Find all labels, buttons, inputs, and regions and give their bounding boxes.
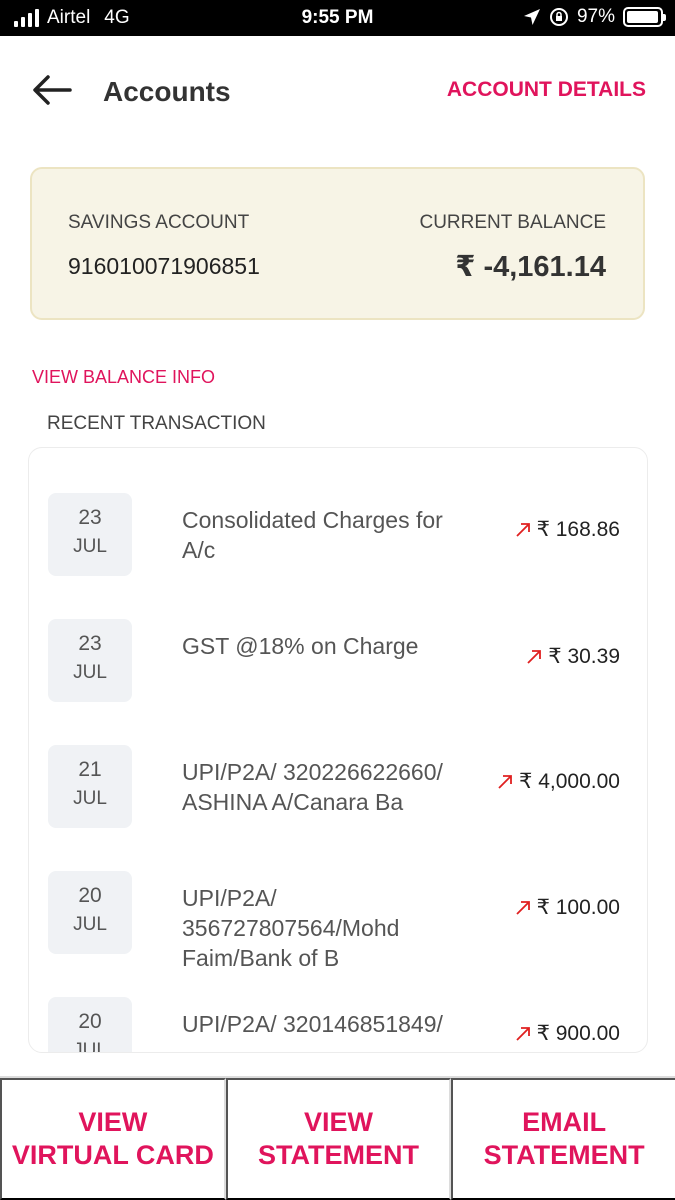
battery-icon — [623, 7, 666, 27]
arrow-up-right-icon — [515, 900, 530, 915]
transaction-description: UPI/P2A/ 356727807564/Mohd Faim/Bank of … — [182, 885, 400, 971]
transaction-description: UPI/P2A/ 320226622660/ ASHINA A/Canara B… — [182, 759, 443, 815]
arrow-up-right-icon — [515, 1026, 530, 1041]
date-month: JUL — [73, 788, 107, 809]
account-details-link[interactable]: ACCOUNT DETAILS — [447, 78, 646, 102]
date-month: JUL — [73, 1040, 107, 1053]
button-label-line: STATEMENT — [483, 1140, 645, 1170]
arrow-up-right-icon — [498, 774, 512, 789]
status-right: 97% — [523, 6, 666, 28]
transaction-description: UPI/P2A/ 320146851849/ — [182, 1011, 443, 1037]
date-day: 20 — [78, 1010, 102, 1033]
amount-value: ₹ 30.39 — [548, 645, 620, 668]
location-icon — [523, 9, 540, 25]
amount-value: ₹ 900.00 — [536, 1022, 620, 1045]
page-title: Accounts — [103, 76, 231, 107]
bottom-action-bar: VIEW VIRTUAL CARD VIEW STATEMENT EMAIL S… — [0, 1076, 675, 1200]
amount-value: ₹ 4,000.00 — [519, 770, 620, 793]
app-header: Accounts ACCOUNT DETAILS — [0, 36, 675, 146]
recent-transaction-title: RECENT TRANSACTION — [47, 413, 266, 434]
button-label-line: VIEW — [303, 1107, 373, 1137]
amount-value: ₹ 100.00 — [536, 896, 620, 919]
account-number: 916010071906851 — [68, 253, 260, 279]
date-badge: 20 JUL — [48, 997, 132, 1053]
transaction-row[interactable]: 20 JUL UPI/P2A/ 356727807564/Mohd Faim/B… — [29, 871, 647, 991]
view-statement-button[interactable]: VIEW STATEMENT — [225, 1078, 452, 1200]
date-month: JUL — [73, 662, 107, 683]
date-badge: 20 JUL — [48, 871, 132, 954]
arrow-up-right-icon — [527, 649, 542, 664]
email-statement-button[interactable]: EMAIL STATEMENT — [451, 1078, 675, 1200]
balance-label: CURRENT BALANCE — [419, 212, 606, 233]
button-label-line: VIEW — [78, 1107, 148, 1137]
view-virtual-card-button[interactable]: VIEW VIRTUAL CARD — [0, 1078, 226, 1200]
date-month: JUL — [73, 914, 107, 935]
account-type-label: SAVINGS ACCOUNT — [68, 212, 250, 233]
transaction-row[interactable]: 23 JUL GST @18% on Charge ₹ 30.39 — [29, 619, 647, 739]
date-badge: 23 JUL — [48, 493, 132, 576]
date-day: 23 — [78, 506, 102, 529]
battery-percent: 97% — [576, 6, 615, 27]
rotation-lock-icon — [549, 8, 568, 26]
transaction-list[interactable]: 23 JUL Consolidated Charges for A/c ₹ 16… — [28, 447, 648, 1053]
date-badge: 23 JUL — [48, 619, 132, 702]
arrow-left-icon[interactable] — [30, 72, 74, 108]
button-label-line: VIRTUAL CARD — [11, 1140, 214, 1170]
amount-value: ₹ 168.86 — [536, 518, 620, 541]
date-month: JUL — [73, 536, 107, 557]
balance-value: ₹ -4,161.14 — [455, 251, 606, 283]
balance-card: SAVINGS ACCOUNT 916010071906851 CURRENT … — [30, 167, 645, 320]
date-day: 23 — [78, 632, 102, 655]
transaction-amount: ₹ 100.00 — [514, 895, 620, 920]
date-badge: 21 JUL — [48, 745, 132, 828]
button-label-line: EMAIL — [522, 1107, 607, 1137]
arrow-up-right-icon — [515, 522, 530, 537]
transaction-description: GST @18% on Charge — [182, 633, 419, 659]
date-day: 21 — [78, 758, 102, 781]
view-balance-info-link[interactable]: VIEW BALANCE INFO — [32, 367, 215, 388]
transaction-amount: ₹ 30.39 — [525, 644, 620, 669]
transaction-row[interactable]: 20 JUL UPI/P2A/ 320146851849/ ₹ 900.00 — [29, 997, 647, 1053]
transaction-description: Consolidated Charges for A/c — [182, 507, 443, 563]
button-label-line: STATEMENT — [258, 1140, 419, 1170]
transaction-row[interactable]: 21 JUL UPI/P2A/ 320226622660/ ASHINA A/C… — [29, 745, 647, 865]
date-day: 20 — [78, 884, 102, 907]
status-bar: Airtel 4G 9:55 PM 97% — [0, 0, 675, 36]
transaction-amount: ₹ 4,000.00 — [496, 769, 620, 794]
transaction-amount: ₹ 168.86 — [514, 517, 620, 542]
transaction-row[interactable]: 23 JUL Consolidated Charges for A/c ₹ 16… — [29, 493, 647, 613]
transaction-amount: ₹ 900.00 — [514, 1021, 620, 1046]
